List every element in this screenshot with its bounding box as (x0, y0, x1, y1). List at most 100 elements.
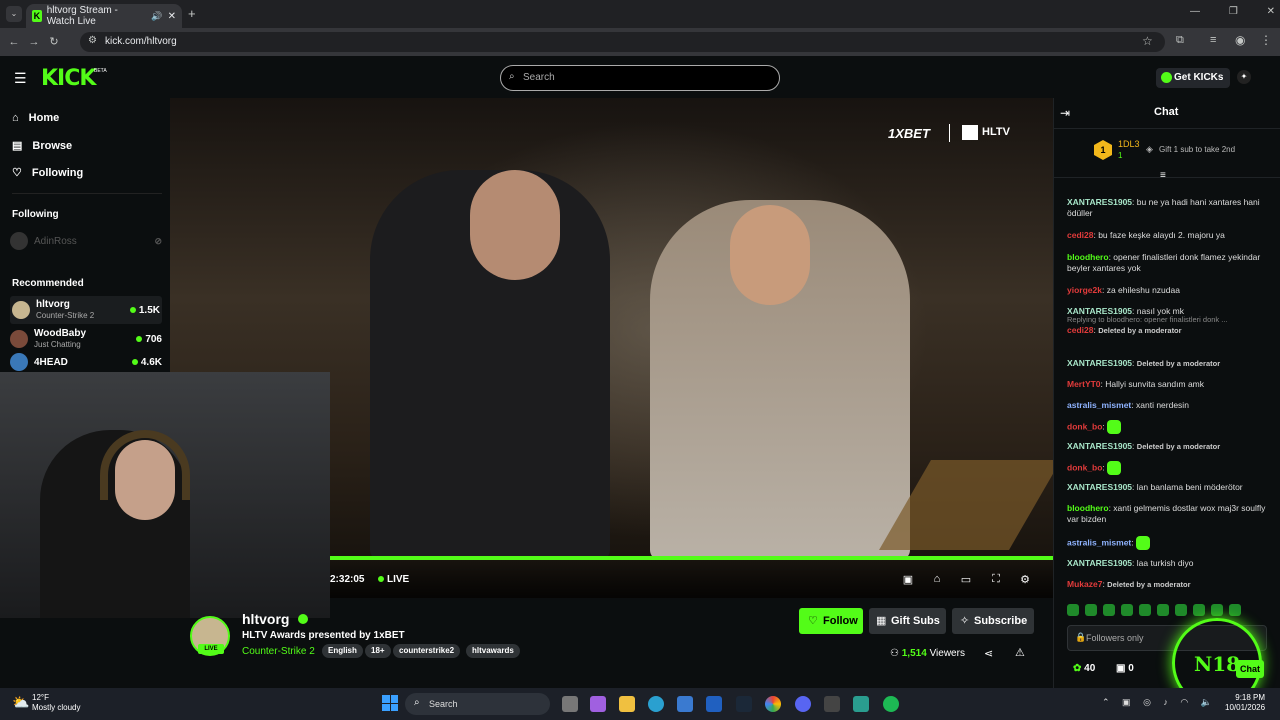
emote-icon[interactable] (1175, 604, 1187, 616)
profile-icon[interactable]: ◉ (1235, 33, 1245, 47)
pip-icon[interactable]: ▭ (959, 573, 973, 586)
kick-logo[interactable]: KICK (41, 66, 96, 91)
url-field[interactable]: kick.com/hltvorg (80, 32, 1165, 52)
tray-app-icon[interactable]: ▣ (1122, 697, 1131, 708)
back-icon[interactable]: ← (4, 28, 24, 56)
chat-username[interactable]: astralis_mismet (1067, 400, 1131, 410)
reading-list-icon[interactable]: ≡ (1210, 34, 1216, 46)
chat-message: donk_bo: (1067, 420, 1267, 434)
user-menu-icon[interactable]: ✦ (1237, 70, 1251, 84)
emote-icon[interactable] (1157, 604, 1169, 616)
file-explorer-icon[interactable] (619, 696, 635, 712)
chat-username[interactable]: XANTARES1905 (1067, 482, 1132, 492)
tray-chevron-icon[interactable]: ⌃ (1102, 697, 1110, 708)
wifi-icon[interactable]: ◠ (1180, 697, 1188, 708)
spotify-icon[interactable] (883, 696, 899, 712)
following-channel-adinross[interactable]: AdinRoss ⊘ (10, 227, 162, 255)
chat-username[interactable]: XANTARES1905 (1067, 358, 1132, 368)
copilot-icon[interactable] (590, 696, 606, 712)
tray-app-icon[interactable]: ◎ (1143, 697, 1151, 708)
leaderboard-user[interactable]: 1DL3 (1118, 139, 1140, 149)
store-icon[interactable] (677, 696, 693, 712)
chat-message: XANTARES1905: Deleted by a moderator (1067, 441, 1221, 451)
hamburger-menu-icon[interactable]: ☰ (14, 70, 27, 87)
app-icon[interactable] (824, 696, 840, 712)
extensions-icon[interactable]: ⧉ (1176, 34, 1184, 47)
emote-icon[interactable] (1121, 604, 1133, 616)
chat-username[interactable]: Mukaze7 (1067, 579, 1102, 589)
tab-list-button[interactable]: ⌄ (6, 6, 22, 22)
report-icon[interactable]: ⚠ (1015, 646, 1025, 659)
collapse-chat-icon[interactable]: ⇥ (1060, 106, 1070, 120)
chat-username[interactable]: donk_bo (1067, 421, 1102, 431)
browser-menu-icon[interactable]: ⋮ (1260, 33, 1272, 47)
edge-icon[interactable] (648, 696, 664, 712)
kick-points[interactable]: ✿ 40 (1073, 663, 1095, 674)
tab-close-icon[interactable]: ✕ (168, 11, 176, 22)
steam-icon[interactable] (736, 696, 752, 712)
audio-icon[interactable]: 🔊 (151, 11, 162, 22)
theater-mode-icon[interactable]: ▣ (901, 573, 915, 586)
emote-icon[interactable] (1085, 604, 1097, 616)
chat-username[interactable]: XANTARES1905 (1067, 197, 1132, 207)
search-input[interactable]: Search (500, 65, 780, 91)
chrome-icon[interactable] (765, 696, 781, 712)
controls-gradient (330, 560, 1053, 598)
browser-tab[interactable]: K hltvorg Stream - Watch Live 🔊 ✕ (26, 4, 182, 28)
chat-username[interactable]: bloodhero (1067, 503, 1109, 513)
chat-send-button[interactable]: Chat (1236, 660, 1264, 678)
taskbar-search[interactable]: Search (405, 693, 550, 715)
nav-following[interactable]: ♡ Following (12, 166, 83, 180)
emote-icon[interactable] (1229, 604, 1241, 616)
task-view-icon[interactable] (562, 696, 578, 712)
emote-icon[interactable] (1193, 604, 1205, 616)
new-tab-button[interactable]: + (188, 6, 196, 21)
discord-icon[interactable] (795, 696, 811, 712)
filter-icon[interactable]: ≡ (1160, 170, 1166, 181)
site-info-icon[interactable]: ⚙ (88, 35, 97, 46)
bookmark-star-icon[interactable]: ☆ (1142, 34, 1153, 48)
emote-icon[interactable] (1139, 604, 1151, 616)
recommended-channel-hltvorg[interactable]: hltvorg Counter-Strike 2 1.5K (10, 296, 162, 324)
tag-18plus[interactable]: 18+ (365, 644, 391, 658)
chat-username[interactable]: XANTARES1905 (1067, 441, 1132, 451)
settings-gear-icon[interactable]: ⚙ (1018, 573, 1032, 586)
channel-name[interactable]: hltvorg (242, 611, 289, 627)
close-window-icon[interactable]: ✕ (1267, 6, 1275, 17)
inventory-count[interactable]: ▣ 0 (1116, 663, 1134, 674)
mic-icon[interactable]: ♪ (1163, 697, 1168, 708)
recommended-channel-4head[interactable]: 4HEAD 4.6K (10, 352, 162, 372)
recommended-channel-woodbaby[interactable]: WoodBaby Just Chatting 706 (10, 325, 162, 353)
volume-icon[interactable]: 🔈 (1201, 697, 1212, 708)
emote-icon[interactable] (1211, 604, 1223, 616)
emote-icon[interactable] (1067, 604, 1079, 616)
emote-icon[interactable] (1103, 604, 1115, 616)
stream-category-link[interactable]: Counter-Strike 2 (242, 646, 315, 657)
share-icon[interactable]: ⋖ (984, 647, 993, 660)
clock[interactable]: 9:18 PM 10/01/2026 (1225, 693, 1265, 713)
chat-username[interactable]: yiorge2k (1067, 285, 1102, 295)
start-button[interactable] (382, 695, 398, 711)
tag-english[interactable]: English (322, 644, 363, 658)
minimize-icon[interactable]: — (1190, 6, 1200, 17)
chat-username[interactable]: astralis_mismet (1067, 537, 1131, 547)
chat-username[interactable]: XANTARES1905 (1067, 558, 1132, 568)
reload-icon[interactable]: ↻ (44, 28, 64, 56)
gift-prompt[interactable]: Gift 1 sub to take 2nd (1159, 145, 1235, 154)
weather-widget[interactable]: 12°F Mostly cloudy (32, 693, 80, 713)
chat-username[interactable]: cedi28 (1067, 230, 1093, 240)
mail-icon[interactable] (706, 696, 722, 712)
clip-icon[interactable]: ⌂ (930, 573, 944, 585)
tag-counterstrike2[interactable]: counterstrike2 (393, 644, 461, 658)
chat-username[interactable]: MertYT0 (1067, 379, 1101, 389)
chat-username[interactable]: cedi28 (1067, 325, 1093, 335)
nav-home[interactable]: ⌂ Home (12, 112, 59, 124)
forward-icon[interactable]: → (24, 28, 44, 56)
fullscreen-icon[interactable]: ⛶ (989, 573, 1003, 586)
chat-username[interactable]: donk_bo (1067, 462, 1102, 472)
maximize-icon[interactable]: ❐ (1229, 6, 1238, 17)
tag-hltvawards[interactable]: hltvawards (466, 644, 520, 658)
app-icon[interactable] (853, 696, 869, 712)
nav-browse[interactable]: ▤ Browse (12, 139, 72, 153)
chat-username[interactable]: bloodhero (1067, 252, 1109, 262)
